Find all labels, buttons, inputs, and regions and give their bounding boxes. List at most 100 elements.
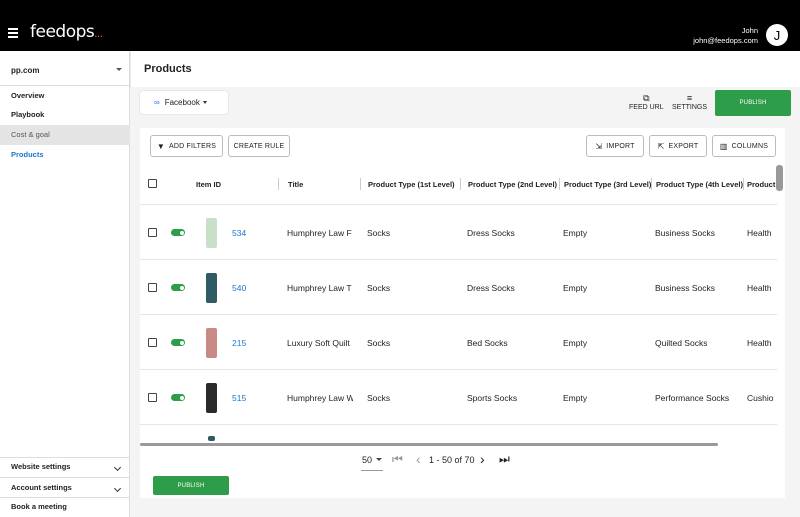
import-button[interactable]: ⇲ IMPORT — [586, 135, 644, 157]
column-divider[interactable] — [278, 178, 279, 190]
chevron-down-icon — [113, 463, 122, 472]
col-item-id[interactable]: Item ID — [196, 180, 221, 189]
user-info: John john@feedops.com — [693, 26, 758, 46]
cell-pt4: Business Socks — [655, 283, 715, 293]
column-divider[interactable] — [743, 178, 744, 190]
publish-button-bottom[interactable]: PUBLISH — [153, 476, 229, 495]
product-thumbnail — [206, 383, 217, 413]
page-header: Products — [131, 51, 800, 87]
row-checkbox[interactable] — [148, 283, 157, 292]
import-icon: ⇲ — [595, 141, 603, 151]
top-bar: feedops... John john@feedops.com J — [0, 0, 800, 51]
item-id-link[interactable]: 515 — [232, 393, 246, 403]
sidebar-item-website-settings[interactable]: Website settings — [0, 457, 130, 477]
cell-pt2: Dress Socks — [467, 283, 515, 293]
publish-button[interactable]: PUBLISH — [715, 90, 791, 116]
cell-pt3: Empty — [563, 228, 588, 238]
table-row[interactable]: 515 Humphrey Law W Socks Sports Socks Em… — [140, 369, 777, 424]
logo-text: feedops — [30, 22, 95, 42]
table-header: Item ID Title Product Type (1st Level) P… — [140, 172, 777, 196]
first-page-icon[interactable]: ⏮ — [392, 452, 403, 467]
prev-page-icon[interactable]: ‹ — [416, 451, 421, 467]
cell-title: Humphrey Law W — [287, 393, 353, 403]
last-page-icon[interactable]: ⏭ — [499, 452, 510, 467]
column-divider[interactable] — [360, 178, 361, 190]
product-thumbnail — [206, 218, 217, 248]
product-thumbnail — [206, 328, 217, 358]
tune-icon: ≡ — [686, 93, 693, 103]
cell-pt4: Quilted Socks — [655, 338, 708, 348]
chevron-down-icon[interactable] — [116, 68, 122, 71]
select-underline — [361, 470, 383, 471]
sidebar-item-cost-goal[interactable]: Cost & goal — [0, 125, 130, 145]
columns-icon: ▥ — [719, 141, 728, 151]
col-title[interactable]: Title — [288, 180, 303, 189]
chevron-down-icon — [113, 484, 122, 493]
col-pt4[interactable]: Product Type (4th Level) — [656, 180, 743, 189]
site-selector[interactable]: pp.com — [11, 66, 39, 75]
sidebar-item-label: Account settings — [11, 483, 72, 492]
add-filters-button[interactable]: ▼ ADD FILTERS — [150, 135, 223, 157]
create-rule-button[interactable]: CREATE RULE — [228, 135, 290, 157]
sidebar-item-book-meeting[interactable]: Book a meeting — [0, 497, 130, 517]
row-toggle[interactable] — [171, 229, 185, 236]
table-row[interactable]: 215 Luxury Soft Quilt Socks Bed Socks Em… — [140, 314, 777, 369]
horizontal-scrollbar[interactable] — [140, 443, 718, 446]
column-divider[interactable] — [559, 178, 560, 190]
cell-pt4: Business Socks — [655, 228, 715, 238]
table-row[interactable]: 534 Humphrey Law F Socks Dress Socks Emp… — [140, 204, 777, 259]
row-checkbox[interactable] — [148, 393, 157, 402]
channel-label: Facebook — [164, 98, 200, 107]
logo[interactable]: feedops... — [30, 22, 103, 42]
table-row[interactable] — [140, 424, 777, 444]
item-id-link[interactable]: 540 — [232, 283, 246, 293]
col-pt3[interactable]: Product Type (3rd Level) — [564, 180, 651, 189]
pagination: 50 ⏮ ‹ 1 - 50 of 70 › ⏭ — [140, 448, 785, 472]
sidebar-item-products[interactable]: Products — [0, 145, 130, 165]
page-range: 1 - 50 of 70 — [429, 455, 475, 465]
channel-selector[interactable]: ∞ Facebook — [140, 91, 228, 114]
cell-pt2: Bed Socks — [467, 338, 508, 348]
settings-button[interactable]: ≡ SETTINGS — [672, 94, 707, 112]
page-size-select[interactable]: 50 — [362, 455, 372, 465]
row-checkbox[interactable] — [148, 338, 157, 347]
avatar[interactable]: J — [766, 24, 788, 46]
logo-dots: ... — [94, 29, 103, 40]
sidebar-item-playbook[interactable]: Playbook — [0, 105, 130, 125]
table-row[interactable]: 540 Humphrey Law T Socks Dress Socks Emp… — [140, 259, 777, 314]
caret-down-icon[interactable] — [376, 458, 382, 461]
col-pt1[interactable]: Product Type (1st Level) — [368, 180, 455, 189]
item-id-link[interactable]: 534 — [232, 228, 246, 238]
cell-product: Health — [747, 228, 772, 238]
next-page-icon[interactable]: › — [480, 451, 485, 467]
user-name: John — [741, 26, 758, 35]
sidebar-item-overview[interactable]: Overview — [0, 86, 130, 106]
settings-label: SETTINGS — [672, 104, 708, 111]
row-toggle[interactable] — [171, 339, 185, 346]
page-title: Products — [144, 63, 192, 75]
export-button[interactable]: ⇱ EXPORT — [649, 135, 707, 157]
feed-url-button[interactable]: ⧉ FEED URL — [629, 94, 664, 112]
menu-icon[interactable] — [8, 28, 18, 40]
meta-icon: ∞ — [154, 98, 160, 107]
column-divider[interactable] — [460, 178, 461, 190]
select-all-checkbox[interactable] — [148, 179, 157, 188]
export-label: EXPORT — [668, 142, 699, 150]
cell-pt1: Socks — [367, 283, 391, 293]
sidebar-item-account-settings[interactable]: Account settings — [0, 478, 130, 498]
columns-button[interactable]: ▥ COLUMNS — [712, 135, 776, 157]
col-pt2[interactable]: Product Type (2nd Level) — [468, 180, 557, 189]
cell-pt2: Dress Socks — [467, 228, 515, 238]
row-toggle[interactable] — [171, 394, 185, 401]
item-id-link[interactable]: 215 — [232, 338, 246, 348]
vertical-scrollbar[interactable] — [776, 165, 783, 191]
copy-icon: ⧉ — [643, 93, 650, 103]
row-toggle[interactable] — [171, 284, 185, 291]
cell-title: Luxury Soft Quilt — [287, 338, 350, 348]
filter-icon: ▼ — [156, 141, 165, 151]
row-checkbox[interactable] — [148, 228, 157, 237]
add-filters-label: ADD FILTERS — [168, 142, 217, 150]
channel-bar: ∞ Facebook ⧉ FEED URL ≡ SETTINGS PUBLISH — [131, 87, 800, 120]
column-divider[interactable] — [651, 178, 652, 190]
col-product[interactable]: Product — [747, 180, 775, 189]
